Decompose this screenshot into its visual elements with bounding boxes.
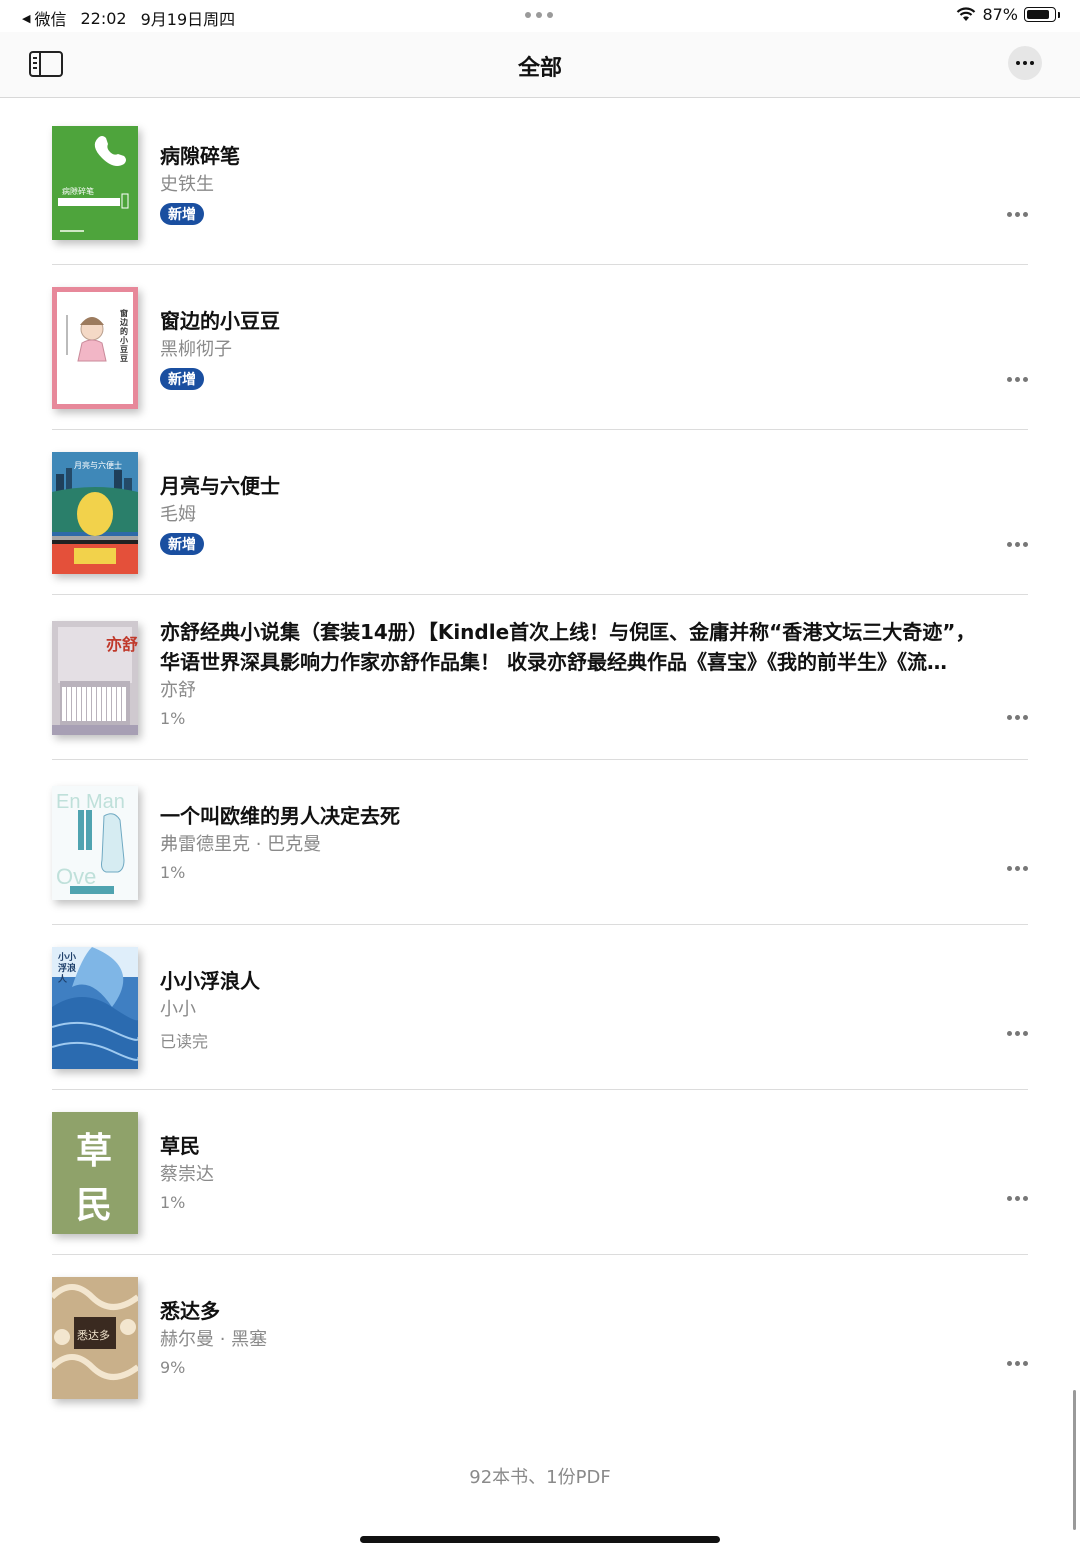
- row-more-icon[interactable]: [1007, 866, 1028, 871]
- reading-progress: 9%: [160, 1358, 186, 1377]
- book-title: 月亮与六便士: [160, 474, 280, 498]
- book-cover[interactable]: 月亮与六便士: [52, 452, 138, 574]
- book-author: 弗雷德里克 · 巴克曼: [160, 834, 322, 855]
- row-more-icon[interactable]: [1007, 715, 1028, 720]
- library-count: 92本书、1份PDF: [469, 1467, 611, 1488]
- wifi-icon: [957, 7, 976, 21]
- book-author: 黑柳彻子: [160, 339, 232, 360]
- more-options-button[interactable]: [1008, 46, 1042, 80]
- status-date: 9月19日周四: [140, 10, 236, 29]
- new-badge: 新增: [160, 368, 204, 390]
- book-cover[interactable]: 亦舒: [52, 621, 138, 735]
- status-time: 22:02: [80, 8, 127, 28]
- book-row[interactable]: 窗边的小豆豆 窗边的小豆豆 黑柳彻子 新增: [52, 265, 1028, 430]
- row-more-icon[interactable]: [1007, 1031, 1028, 1036]
- row-more-icon[interactable]: [1007, 212, 1028, 217]
- book-cover[interactable]: 悉达多: [52, 1277, 138, 1399]
- reading-progress: 1%: [160, 1193, 186, 1212]
- cover-title: 亦舒: [106, 635, 138, 654]
- back-triangle-icon: ◀: [22, 11, 31, 25]
- home-indicator[interactable]: [360, 1536, 720, 1543]
- row-more-icon[interactable]: [1007, 377, 1028, 382]
- book-list: 病隙碎笔 病隙碎笔 史铁生 新增 窗边的小豆豆 窗边的小豆豆 黑柳彻子 新增 月…: [52, 100, 1028, 1419]
- book-row[interactable]: 悉达多 悉达多 赫尔曼 · 黑塞 9%: [52, 1255, 1028, 1419]
- svg-text:Ove: Ove: [56, 864, 96, 889]
- book-cover[interactable]: En Man Ove: [52, 786, 138, 900]
- battery-icon: [1024, 7, 1056, 22]
- book-title: 小小浮浪人: [160, 969, 260, 993]
- cover-title: 月亮与六便士: [74, 461, 122, 470]
- book-cover[interactable]: 小小浮浪人: [52, 947, 138, 1069]
- row-more-icon[interactable]: [1007, 1361, 1028, 1366]
- row-more-icon[interactable]: [1007, 1196, 1028, 1201]
- book-author: 小小: [160, 999, 196, 1020]
- book-cover[interactable]: 病隙碎笔: [52, 126, 138, 240]
- cover-title: 小小浮浪人: [58, 953, 77, 985]
- book-title: 亦舒经典小说集（套装14册）【Kindle首次上线！与倪匡、金庸并称“香港文坛三…: [160, 620, 976, 674]
- new-badge: 新增: [160, 533, 204, 555]
- navigation-bar: 全部: [0, 32, 1080, 98]
- book-cover[interactable]: 窗边的小豆豆: [52, 287, 138, 409]
- cover-title: 病隙碎笔: [62, 187, 94, 196]
- book-title: 窗边的小豆豆: [160, 309, 280, 333]
- row-more-icon[interactable]: [1007, 542, 1028, 547]
- multitasking-dots-icon[interactable]: [525, 12, 553, 18]
- back-app-label: 微信: [34, 10, 67, 29]
- book-author: 亦舒: [160, 680, 196, 701]
- new-badge: 新增: [160, 203, 204, 225]
- book-title: 草民: [160, 1134, 200, 1158]
- cover-title: 窗边的小豆豆: [120, 309, 128, 363]
- reading-progress: 已读完: [160, 1032, 209, 1051]
- book-author: 史铁生: [160, 174, 214, 195]
- book-author: 毛姆: [160, 504, 196, 525]
- book-title: 一个叫欧维的男人决定去死: [160, 804, 400, 828]
- book-row[interactable]: 月亮与六便士 月亮与六便士 毛姆 新增: [52, 430, 1028, 595]
- book-title: 悉达多: [160, 1299, 220, 1323]
- reading-progress: 1%: [160, 709, 186, 728]
- book-row[interactable]: En Man Ove 一个叫欧维的男人决定去死 弗雷德里克 · 巴克曼 1%: [52, 760, 1028, 925]
- back-to-app-link[interactable]: ◀ 微信: [22, 6, 66, 30]
- book-row[interactable]: 亦舒 亦舒经典小说集（套装14册）【Kindle首次上线！与倪匡、金庸并称“香港…: [52, 595, 1028, 760]
- cover-title: 悉达多: [77, 1329, 110, 1342]
- book-cover[interactable]: 草 民: [52, 1112, 138, 1234]
- book-title: 病隙碎笔: [160, 144, 240, 168]
- scroll-indicator[interactable]: [1073, 1390, 1076, 1530]
- reading-progress: 1%: [160, 863, 186, 882]
- page-title: 全部: [517, 56, 562, 81]
- book-author: 赫尔曼 · 黑塞: [160, 1329, 268, 1350]
- book-row[interactable]: 小小浮浪人 小小浮浪人 小小 已读完: [52, 925, 1028, 1090]
- battery-percentage: 87%: [982, 5, 1018, 24]
- status-bar: ◀ 微信 22:02 9月19日周四 87%: [0, 0, 1080, 32]
- cover-title-part: 草: [76, 1130, 113, 1172]
- book-author: 蔡崇达: [160, 1164, 214, 1185]
- cover-title-part: 民: [76, 1184, 113, 1226]
- svg-text:En Man: En Man: [56, 791, 125, 813]
- book-row[interactable]: 草 民 草民 蔡崇达 1%: [52, 1090, 1028, 1255]
- book-row[interactable]: 病隙碎笔 病隙碎笔 史铁生 新增: [52, 100, 1028, 265]
